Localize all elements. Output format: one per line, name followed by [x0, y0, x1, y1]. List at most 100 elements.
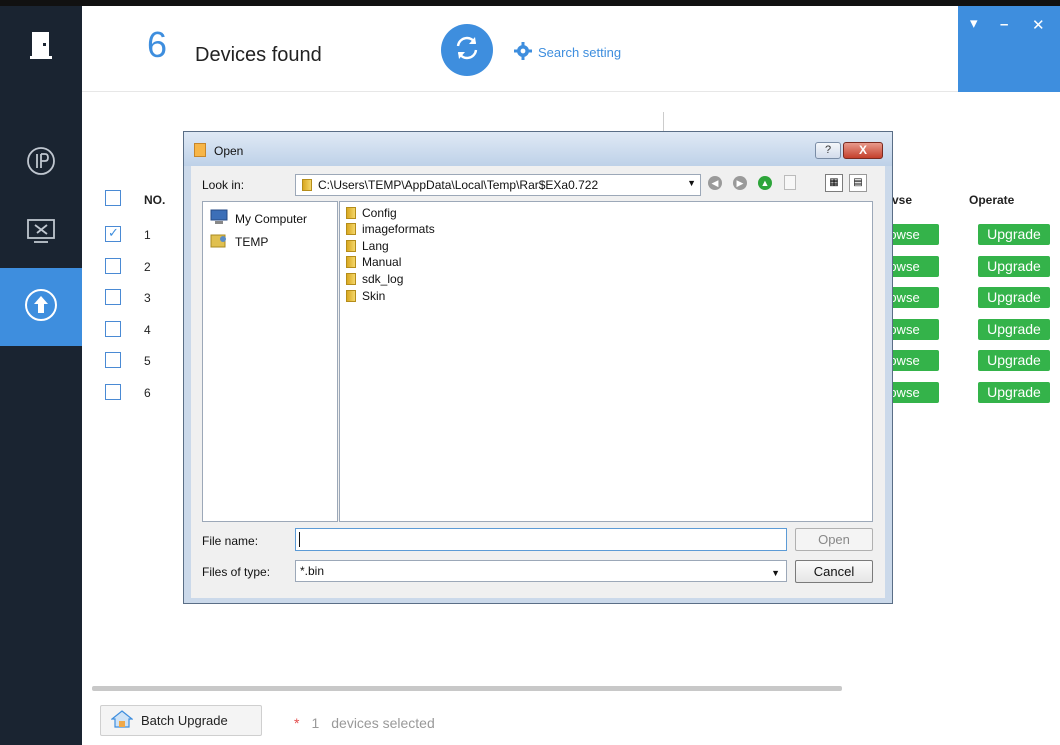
row-number: 5 — [144, 354, 151, 368]
file-item-lang[interactable]: Lang — [346, 239, 389, 253]
door-exit-icon — [29, 30, 53, 65]
column-header-no: NO. — [144, 193, 166, 207]
place-my-computer[interactable]: My Computer — [209, 209, 307, 228]
header: 6 Devices found Search setting ▾ – ✕ — [82, 6, 1060, 92]
place-temp[interactable]: TEMP — [209, 232, 268, 251]
files-of-type-value: *.bin — [300, 564, 325, 578]
file-item-skin[interactable]: Skin — [346, 289, 385, 303]
folder-icon — [346, 290, 356, 302]
back-icon[interactable]: ◀ — [708, 176, 722, 190]
dialog-help-button[interactable]: ? — [815, 142, 841, 159]
folder-icon — [346, 240, 356, 252]
row-number: 1 — [144, 228, 151, 242]
selected-label: devices selected — [331, 715, 435, 731]
forward-icon[interactable]: ▶ — [733, 176, 747, 190]
row-number: 3 — [144, 291, 151, 305]
row-number: 4 — [144, 323, 151, 337]
computer-icon — [209, 209, 229, 228]
footer: Batch Upgrade * 1 devices selected — [82, 692, 1060, 745]
file-name: Manual — [362, 255, 402, 269]
minimize-icon[interactable]: – — [1000, 16, 1008, 33]
look-in-path: C:\Users\TEMP\AppData\Local\Temp\Rar$EXa… — [318, 178, 599, 192]
upgrade-button[interactable]: Upgrade — [978, 287, 1050, 308]
sidebar-item-ip[interactable] — [0, 136, 82, 190]
dropdown-menu-icon[interactable]: ▾ — [970, 14, 978, 32]
sidebar — [0, 6, 82, 745]
upgrade-button[interactable]: Upgrade — [978, 350, 1050, 371]
files-of-type-label: Files of type: — [202, 565, 271, 579]
folder-icon — [302, 179, 312, 191]
window-controls: ▾ – ✕ — [958, 6, 1060, 92]
open-button[interactable]: Open — [795, 528, 873, 551]
dialog-title: Open — [214, 144, 244, 158]
row-number: 6 — [144, 386, 151, 400]
horizontal-scrollbar[interactable] — [92, 686, 842, 691]
folder-icon — [346, 273, 356, 285]
search-setting-label: Search setting — [538, 45, 622, 60]
cancel-button[interactable]: Cancel — [795, 560, 873, 583]
devices-found-label: Devices found — [195, 44, 322, 66]
file-item-imageformats[interactable]: imageformats — [346, 222, 435, 236]
row-checkbox[interactable] — [105, 321, 121, 337]
refresh-button[interactable] — [441, 24, 493, 76]
batch-upgrade-label: Batch Upgrade — [141, 713, 228, 728]
batch-upgrade-icon — [110, 710, 134, 731]
required-star: * — [294, 715, 300, 731]
file-item-sdk-log[interactable]: sdk_log — [346, 272, 403, 286]
close-icon[interactable]: ✕ — [1032, 16, 1045, 34]
file-name: sdk_log — [362, 272, 404, 286]
sidebar-item-upgrade[interactable] — [0, 268, 82, 346]
places-sidebar: My Computer TEMP — [202, 201, 338, 522]
dialog-close-button[interactable]: X — [843, 142, 883, 159]
refresh-icon — [452, 33, 482, 68]
tools-monitor-icon — [25, 215, 57, 252]
files-of-type-select[interactable]: *.bin ▼ — [295, 560, 787, 582]
list-view-icon[interactable]: ▦ — [825, 174, 843, 192]
folder-icon — [346, 256, 356, 268]
file-name: Lang — [362, 239, 389, 253]
column-header-browse: vse — [892, 193, 913, 207]
column-header-operate: Operate — [969, 193, 1015, 207]
user-folder-icon — [209, 232, 229, 251]
search-setting-link[interactable]: Search setting — [514, 42, 621, 63]
file-item-config[interactable]: Config — [346, 206, 397, 220]
sidebar-item-exit[interactable] — [0, 20, 82, 74]
chevron-down-icon: ▼ — [687, 178, 696, 188]
detail-view-icon[interactable]: ▤ — [849, 174, 867, 192]
upgrade-button[interactable]: Upgrade — [978, 319, 1050, 340]
text-caret — [299, 532, 300, 547]
dialog-app-icon — [194, 143, 206, 157]
open-file-dialog: Open ? X Look in: C:\Users\TEMP\AppData\… — [183, 131, 893, 604]
device-upgrade-app: 6 Devices found Search setting ▾ – ✕ NO.… — [0, 0, 1060, 745]
upgrade-button[interactable]: Upgrade — [978, 224, 1050, 245]
chevron-down-icon: ▼ — [771, 568, 780, 578]
select-all-checkbox[interactable] — [105, 190, 121, 206]
row-checkbox[interactable] — [105, 258, 121, 274]
file-item-manual[interactable]: Manual — [346, 255, 401, 269]
file-name-input[interactable] — [295, 528, 787, 551]
row-checkbox[interactable] — [105, 289, 121, 305]
new-folder-icon[interactable] — [784, 175, 796, 190]
dialog-body: Look in: C:\Users\TEMP\AppData\Local\Tem… — [191, 166, 885, 598]
file-name: Skin — [362, 289, 386, 303]
row-checkbox[interactable] — [105, 352, 121, 368]
device-count: 6 — [147, 24, 168, 65]
file-name: Config — [362, 206, 397, 220]
upgrade-button[interactable]: Upgrade — [978, 382, 1050, 403]
file-name: imageformats — [362, 222, 435, 236]
row-checkbox[interactable] — [105, 384, 121, 400]
folder-icon — [346, 207, 356, 219]
sidebar-item-tools[interactable] — [0, 206, 82, 260]
file-list: Config imageformats Lang Manual sdk_log … — [339, 201, 873, 522]
upgrade-button[interactable]: Upgrade — [978, 256, 1050, 277]
dialog-titlebar[interactable]: Open ? X — [184, 132, 892, 166]
row-number: 2 — [144, 260, 151, 274]
up-folder-icon[interactable]: ▲ — [758, 176, 772, 190]
look-in-combo[interactable]: C:\Users\TEMP\AppData\Local\Temp\Rar$EXa… — [295, 174, 701, 196]
look-in-label: Look in: — [202, 178, 245, 192]
batch-upgrade-button[interactable]: Batch Upgrade — [100, 705, 262, 736]
folder-icon — [346, 223, 356, 235]
selection-status: * 1 devices selected — [294, 715, 435, 731]
place-label: My Computer — [235, 211, 308, 226]
row-checkbox[interactable] — [105, 225, 121, 242]
